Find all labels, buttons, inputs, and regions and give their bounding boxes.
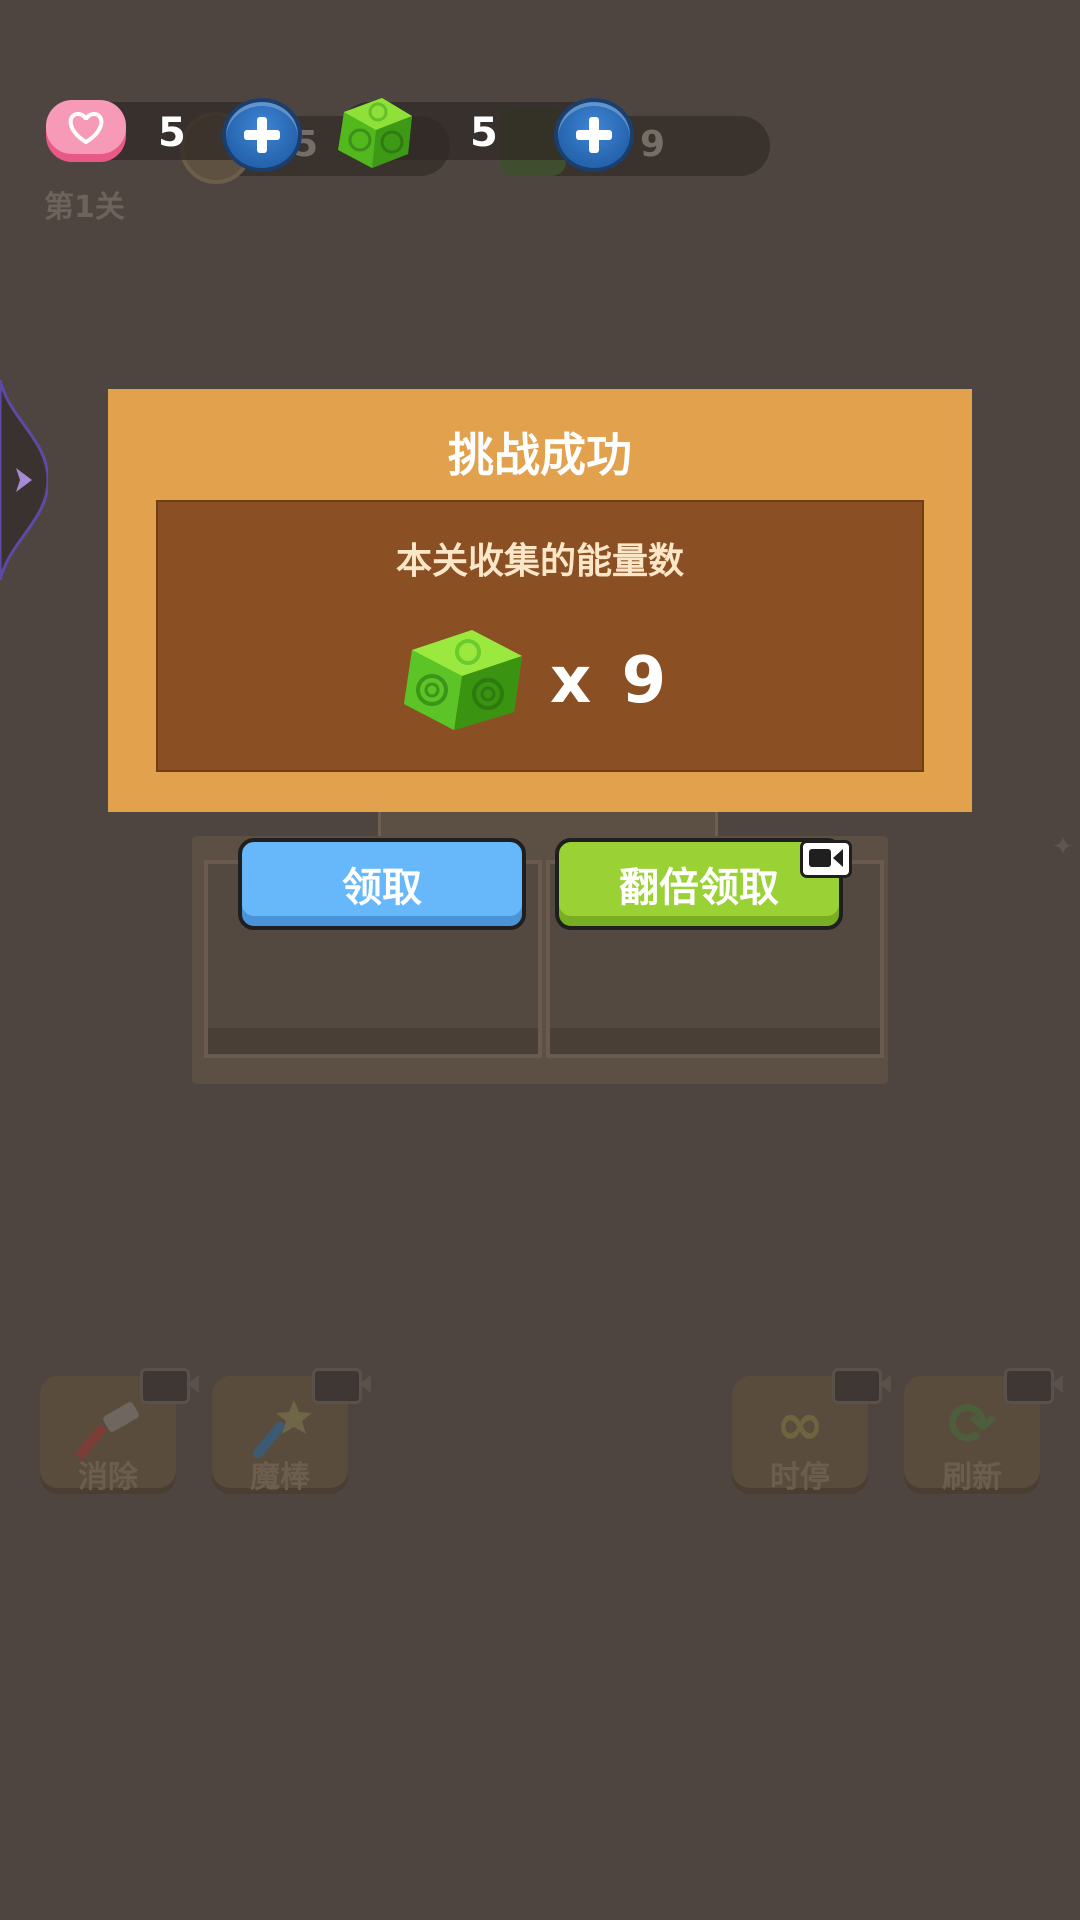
- video-ad-icon: [832, 1368, 891, 1404]
- energy-count: 5: [470, 110, 498, 156]
- reward-panel: 本关收集的能量数 x 9: [156, 500, 924, 772]
- video-ad-icon: [312, 1368, 371, 1404]
- add-energy-button[interactable]: [554, 98, 634, 172]
- video-ad-icon: [800, 840, 852, 878]
- side-drawer-handle[interactable]: [0, 380, 48, 580]
- challenge-success-dialog: 挑战成功 本关收集的能量数 x 9: [108, 389, 972, 812]
- game-background: 05 9 第1关 消除 魔棒 ∞ 时停 ⟳ 刷新: [0, 0, 1080, 1920]
- tool-remove-button[interactable]: 消除: [40, 1368, 199, 1495]
- sparkle-icon: ✦: [1052, 832, 1074, 862]
- hammer-icon: [75, 1402, 139, 1459]
- tool-wand-label: 魔棒: [250, 1460, 310, 1495]
- tool-timestop-label: 时停: [770, 1460, 830, 1495]
- reward-caption: 本关收集的能量数: [395, 541, 684, 582]
- tool-timestop-button[interactable]: ∞ 时停: [732, 1368, 891, 1495]
- video-ad-icon: [1004, 1368, 1063, 1404]
- add-lives-button[interactable]: [222, 98, 302, 172]
- tool-refresh-button[interactable]: ⟳ 刷新: [904, 1368, 1063, 1495]
- dialog-title: 挑战成功: [448, 428, 632, 482]
- lives-count: 5: [158, 110, 186, 156]
- energy-cube-icon: [404, 630, 522, 730]
- energy-cube-icon: [338, 98, 412, 168]
- tool-wand-button[interactable]: 魔棒: [212, 1368, 371, 1495]
- tool-refresh-label: 刷新: [942, 1460, 1002, 1495]
- heart-icon: [46, 100, 126, 162]
- video-ad-icon: [140, 1368, 199, 1404]
- bg-energy-value: 9: [640, 124, 666, 165]
- reward-count: x 9: [550, 644, 671, 718]
- claim-button[interactable]: 领取: [238, 838, 526, 930]
- tool-remove-label: 消除: [78, 1460, 138, 1495]
- level-label: 第1关: [44, 190, 125, 225]
